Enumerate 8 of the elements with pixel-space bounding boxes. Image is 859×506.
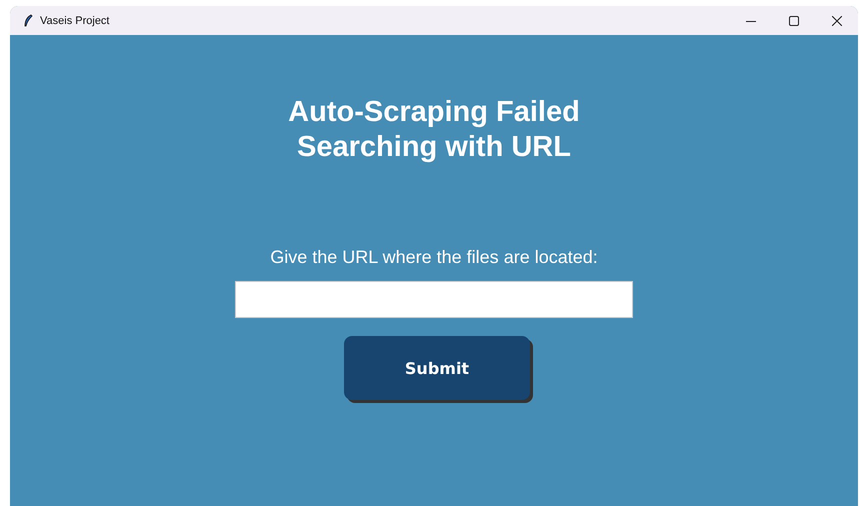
- url-input-field[interactable]: [235, 281, 633, 318]
- maximize-icon: [788, 16, 798, 26]
- prompt-label: Give the URL where the files are located:: [270, 247, 598, 268]
- window-title: Vaseis Project: [40, 14, 110, 26]
- submit-button[interactable]: Submit: [344, 336, 530, 400]
- close-icon: [832, 16, 842, 26]
- heading: Auto-Scraping Failed Searching with URL: [288, 95, 580, 165]
- feather-icon: [23, 14, 33, 28]
